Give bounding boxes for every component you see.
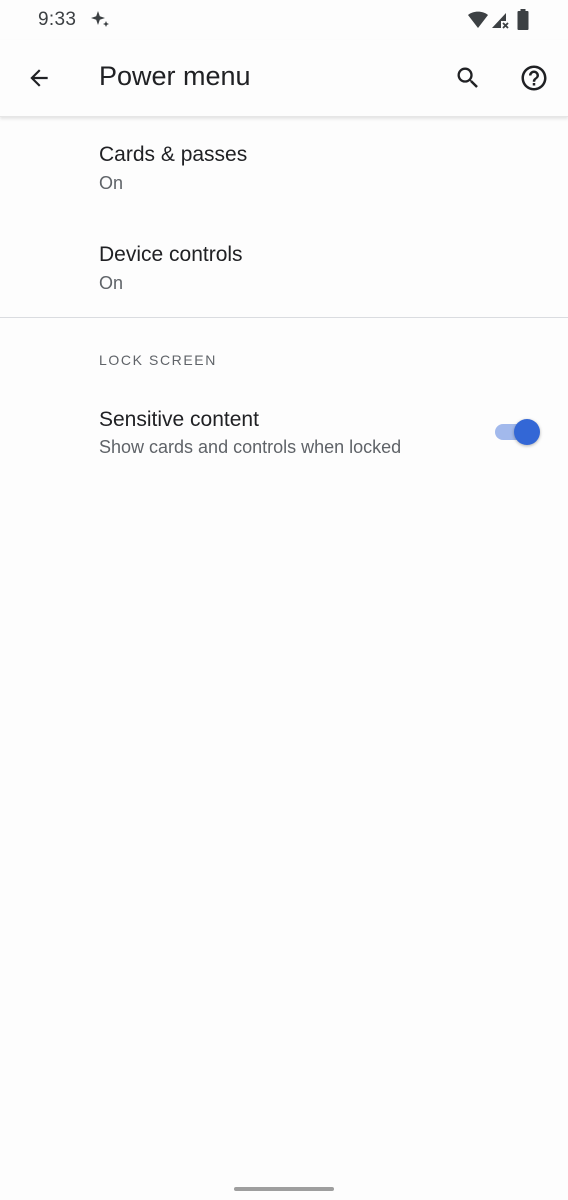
help-icon [521,65,547,91]
battery-icon [517,9,529,30]
pref-cards-passes[interactable]: Cards & passes On [0,118,568,218]
status-bar: 9:33 [0,0,568,40]
page-title: Power menu [99,61,251,91]
pref-summary: Show cards and controls when locked [99,437,402,457]
arrow-back-icon [30,69,48,87]
pref-device-controls[interactable]: Device controls On [0,218,568,317]
pref-title: Cards & passes [99,143,248,166]
toggle-thumb [514,419,540,445]
section-header-lock-screen: LOCK SCREEN [99,352,217,368]
sensitive-content-toggle[interactable] [492,416,544,448]
pref-sensitive-content[interactable]: Sensitive content Show cards and control… [0,388,568,478]
section-divider [0,317,568,318]
signal-icon [492,13,509,29]
pref-title: Device controls [99,243,243,266]
wifi-icon [468,11,488,28]
app-bar: Power menu [0,40,568,117]
pref-summary: On [99,173,124,193]
search-button[interactable] [448,58,488,98]
back-button[interactable] [20,56,58,100]
navigation-handle[interactable] [234,1187,334,1191]
sparkle-icon [91,11,109,27]
help-button[interactable] [514,58,554,98]
status-time: 9:33 [38,9,77,30]
search-icon [457,67,478,88]
pref-title: Sensitive content [99,408,259,431]
pref-summary: On [99,273,124,293]
